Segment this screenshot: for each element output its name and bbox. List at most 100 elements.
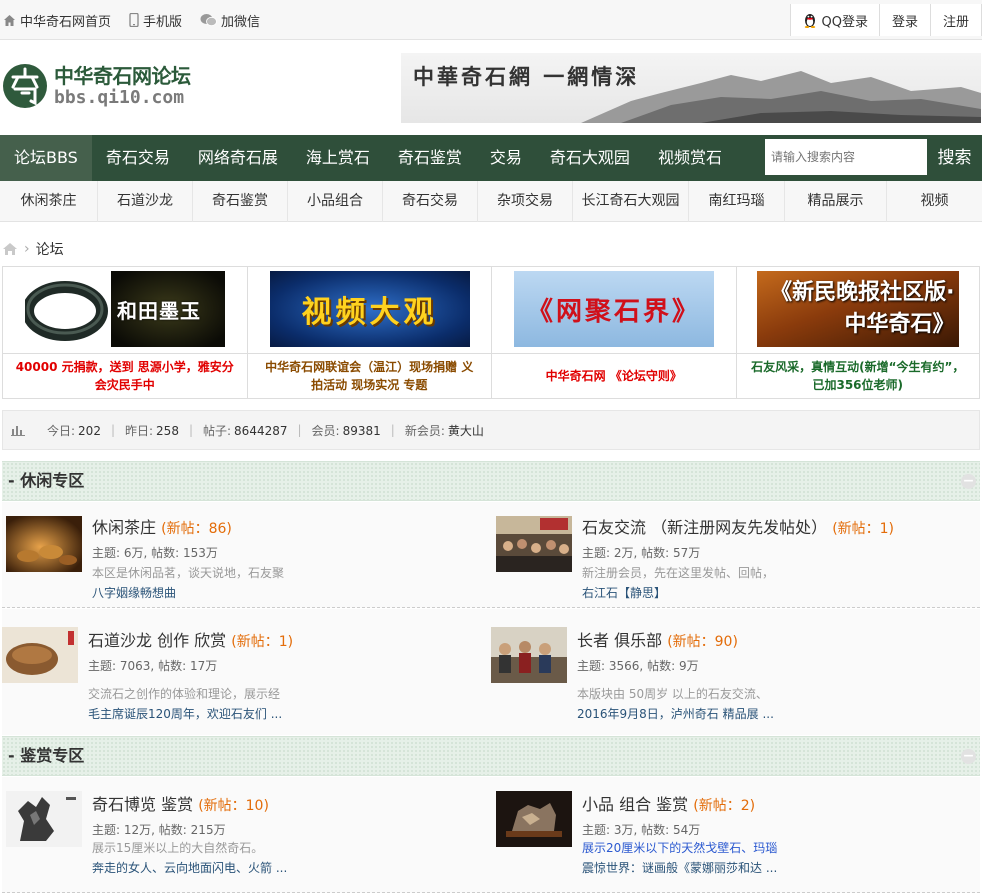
subnav-item-leisure[interactable]: 休闲茶庄 bbox=[0, 181, 98, 222]
forum-row: 石道沙龙 创作 欣赏 (新帖：1) 主题: 7063, 帖数: 17万 交流石之… bbox=[2, 609, 980, 735]
meeting-photo-thumb[interactable] bbox=[496, 516, 572, 572]
forum-description: 交流石之创作的体验和理论，展示经 bbox=[88, 687, 281, 701]
promo-image-stone-world[interactable]: 《网聚石界》 bbox=[514, 271, 714, 347]
forum-title[interactable]: 石友交流 （新注册网友先发帖处） (新帖：1) bbox=[582, 514, 894, 538]
new-posts-badge: (新帖：90) bbox=[667, 634, 738, 650]
forum-row: 奇石博览 鉴赏 (新帖：10) 主题: 12万, 帖数: 215万 展示15厘米… bbox=[2, 777, 980, 893]
promo-caption[interactable]: 石友风采，真情互动(新增“今生有约”，已加356位老师) bbox=[736, 353, 979, 397]
nav-item-shanghai[interactable]: 海上赏石 bbox=[292, 135, 384, 181]
nav-item-trade[interactable]: 交易 bbox=[476, 135, 536, 181]
collapse-icon[interactable]: − bbox=[961, 474, 976, 489]
forum-title[interactable]: 奇石博览 鉴赏 (新帖：10) bbox=[92, 791, 287, 815]
forum-item[interactable]: 长者 俱乐部 (新帖：90) 主题: 3566, 帖数: 9万 本版块由 50周… bbox=[491, 627, 971, 725]
logo-url: bbs.qi10.com bbox=[54, 86, 185, 108]
collapse-icon[interactable]: − bbox=[961, 749, 976, 764]
miniature-stone-thumb[interactable] bbox=[496, 791, 572, 847]
nav-item-online-exhibition[interactable]: 网络奇石展 bbox=[184, 135, 292, 181]
promo-caption[interactable]: 40000 元捐款，送到 思源小学，雅安分会灾民手中 bbox=[3, 353, 247, 397]
new-posts-badge: (新帖：1) bbox=[832, 521, 895, 537]
last-post-link[interactable]: 震惊世界：谜画般《蒙娜丽莎和达 ... bbox=[582, 859, 777, 876]
nav-item-stone-trade[interactable]: 奇石交易 bbox=[92, 135, 184, 181]
promo-card[interactable]: 《网聚石界》 中华奇石网 《论坛守则》 bbox=[492, 267, 737, 398]
promo-image-video[interactable]: 视频大观 bbox=[269, 271, 470, 347]
section-title: - 鉴赏专区 bbox=[8, 746, 85, 765]
forum-title[interactable]: 休闲茶庄 (新帖：86) bbox=[92, 514, 284, 538]
forum-title[interactable]: 小品 组合 鉴赏 (新帖：2) bbox=[582, 791, 777, 815]
subnav-item-misc[interactable]: 杂项交易 bbox=[478, 181, 573, 222]
bar-chart-icon bbox=[11, 426, 25, 436]
wechat-icon bbox=[200, 14, 217, 27]
site-header: 中华奇石网论坛 bbs.qi10.com 中華奇石網 一網情深 bbox=[0, 41, 982, 135]
stat-members: 会员: 89381 bbox=[311, 423, 381, 438]
forum-title[interactable]: 长者 俱乐部 (新帖：90) bbox=[577, 627, 774, 651]
mobile-link[interactable]: 手机版 bbox=[129, 11, 182, 30]
forum-description: 展示20厘米以下的天然戈壁石、玛瑙 bbox=[582, 841, 778, 855]
promo-card[interactable]: 和田墨玉 40000 元捐款，送到 思源小学，雅安分会灾民手中 bbox=[3, 267, 248, 398]
stat-newest-member: 新会员: 黄大山 bbox=[404, 423, 484, 438]
register-button[interactable]: 注册 bbox=[929, 4, 982, 36]
last-post-link[interactable]: 八字姻缘畅想曲 bbox=[92, 584, 284, 601]
tea-cups-thumb[interactable] bbox=[6, 516, 82, 572]
subnav-item-agate[interactable]: 南红玛瑙 bbox=[689, 181, 785, 222]
ink-stone-thumb[interactable] bbox=[6, 791, 82, 847]
forum-item[interactable]: 小品 组合 鉴赏 (新帖：2) 主题: 3万, 帖数: 54万 展示20厘米以下… bbox=[496, 791, 976, 889]
promo-image-text: 和田墨玉 bbox=[117, 299, 201, 323]
forum-item[interactable]: 奇石博览 鉴赏 (新帖：10) 主题: 12万, 帖数: 215万 展示15厘米… bbox=[6, 791, 486, 889]
forum-description: 展示15厘米以上的大自然奇石。 bbox=[92, 841, 264, 855]
promo-card[interactable]: 《新民晚报社区版·中华奇石》 石友风采，真情互动(新增“今生有约”，已加356位… bbox=[736, 267, 979, 398]
forum-stats: 主题: 7063, 帖数: 17万 bbox=[88, 659, 218, 673]
stat-posts: 帖子: 8644287 bbox=[203, 423, 288, 438]
elders-club-thumb[interactable] bbox=[491, 627, 567, 683]
forum-description: 本版块由 50周岁 以上的石友交流、 bbox=[577, 687, 768, 701]
promo-card[interactable]: 视频大观 中华奇石网联谊会（温江）现场捐赠 义拍活动 现场实况 专题 bbox=[247, 267, 492, 398]
subnav-item-yangtze[interactable]: 长江奇石大观园 bbox=[573, 181, 689, 222]
subnav-item-showcase[interactable]: 精品展示 bbox=[785, 181, 887, 222]
forum-stats: 今日: 202 | 昨日: 258 | 帖子: 8644287 | 会员: 89381 | 新会… bbox=[2, 410, 980, 450]
site-logo[interactable]: 中华奇石网论坛 bbs.qi10.com bbox=[2, 63, 191, 109]
wechat-link[interactable]: 加微信 bbox=[200, 11, 260, 30]
subnav-item-video[interactable]: 视频 bbox=[887, 181, 982, 222]
nav-item-appreciation[interactable]: 奇石鉴赏 bbox=[384, 135, 476, 181]
promo-image-xinmin[interactable]: 《新民晚报社区版·中华奇石》 bbox=[756, 271, 959, 347]
new-posts-badge: (新帖：1) bbox=[231, 634, 294, 650]
stone-art-thumb[interactable] bbox=[2, 627, 78, 683]
promo-caption[interactable]: 中华奇石网 《论坛守则》 bbox=[492, 353, 736, 397]
forum-item[interactable]: 休闲茶庄 (新帖：86) 主题: 6万, 帖数: 153万 本区是休闲品茗，谈天… bbox=[6, 514, 486, 612]
forum-stats: 主题: 12万, 帖数: 215万 bbox=[92, 823, 226, 837]
header-banner[interactable]: 中華奇石網 一網情深 bbox=[401, 53, 981, 123]
chevron-right-icon: › bbox=[24, 241, 30, 257]
home-icon bbox=[4, 14, 15, 26]
nav-item-grand-view[interactable]: 奇石大观园 bbox=[536, 135, 644, 181]
nav-item-bbs[interactable]: 论坛BBS bbox=[0, 135, 92, 181]
last-post-link[interactable]: 毛主席诞辰120周年，欢迎石友们 ... bbox=[88, 705, 293, 722]
last-post-link[interactable]: 奔走的女人、云向地面闪电、火箭 ... bbox=[92, 859, 287, 876]
banner-slogan: 中華奇石網 一網情深 bbox=[413, 64, 640, 89]
subnav-item-combination[interactable]: 小品组合 bbox=[288, 181, 383, 222]
home-link[interactable]: 中华奇石网首页 bbox=[3, 11, 111, 30]
new-posts-badge: (新帖：2) bbox=[693, 798, 756, 814]
login-button[interactable]: 登录 bbox=[878, 4, 930, 36]
subnav-item-salon[interactable]: 石道沙龙 bbox=[98, 181, 193, 222]
last-post-link[interactable]: 右江石【静思】 bbox=[582, 584, 894, 601]
promo-caption[interactable]: 中华奇石网联谊会（温江）现场捐赠 义拍活动 现场实况 专题 bbox=[247, 353, 491, 397]
nav-item-video[interactable]: 视频赏石 bbox=[644, 135, 736, 181]
promo-image-jade[interactable]: 和田墨玉 bbox=[25, 271, 225, 347]
last-post-link[interactable]: 2016年9月8日，泸州奇石 精品展 ... bbox=[577, 705, 774, 722]
subnav-item-trade[interactable]: 奇石交易 bbox=[383, 181, 478, 222]
forum-title[interactable]: 石道沙龙 创作 欣赏 (新帖：1) bbox=[88, 627, 293, 651]
search-button[interactable]: 搜索 bbox=[927, 135, 982, 181]
forum-stats: 主题: 3万, 帖数: 54万 bbox=[582, 823, 701, 837]
subnav-item-appreciation[interactable]: 奇石鉴赏 bbox=[193, 181, 288, 222]
section-title: - 休闲专区 bbox=[8, 471, 85, 490]
forum-item[interactable]: 石道沙龙 创作 欣赏 (新帖：1) 主题: 7063, 帖数: 17万 交流石之… bbox=[2, 627, 482, 725]
breadcrumb-current: 论坛 bbox=[35, 242, 64, 258]
promo-strip: 和田墨玉 40000 元捐款，送到 思源小学，雅安分会灾民手中 视频大观 中华奇… bbox=[2, 266, 980, 399]
forum-description: 本区是休闲品茗，谈天说地，石友聚 bbox=[92, 566, 285, 580]
forum-item[interactable]: 石友交流 （新注册网友先发帖处） (新帖：1) 主题: 2万, 帖数: 57万 … bbox=[496, 514, 976, 612]
home-icon[interactable] bbox=[2, 242, 18, 256]
new-posts-badge: (新帖：86) bbox=[161, 521, 232, 537]
sub-nav: 休闲茶庄 石道沙龙 奇石鉴赏 小品组合 奇石交易 杂项交易 长江奇石大观园 南红… bbox=[0, 181, 982, 222]
search-input[interactable] bbox=[765, 139, 927, 175]
newest-member-link[interactable]: 黄大山 bbox=[448, 424, 484, 438]
qq-login-button[interactable]: QQ登录 bbox=[789, 4, 879, 36]
